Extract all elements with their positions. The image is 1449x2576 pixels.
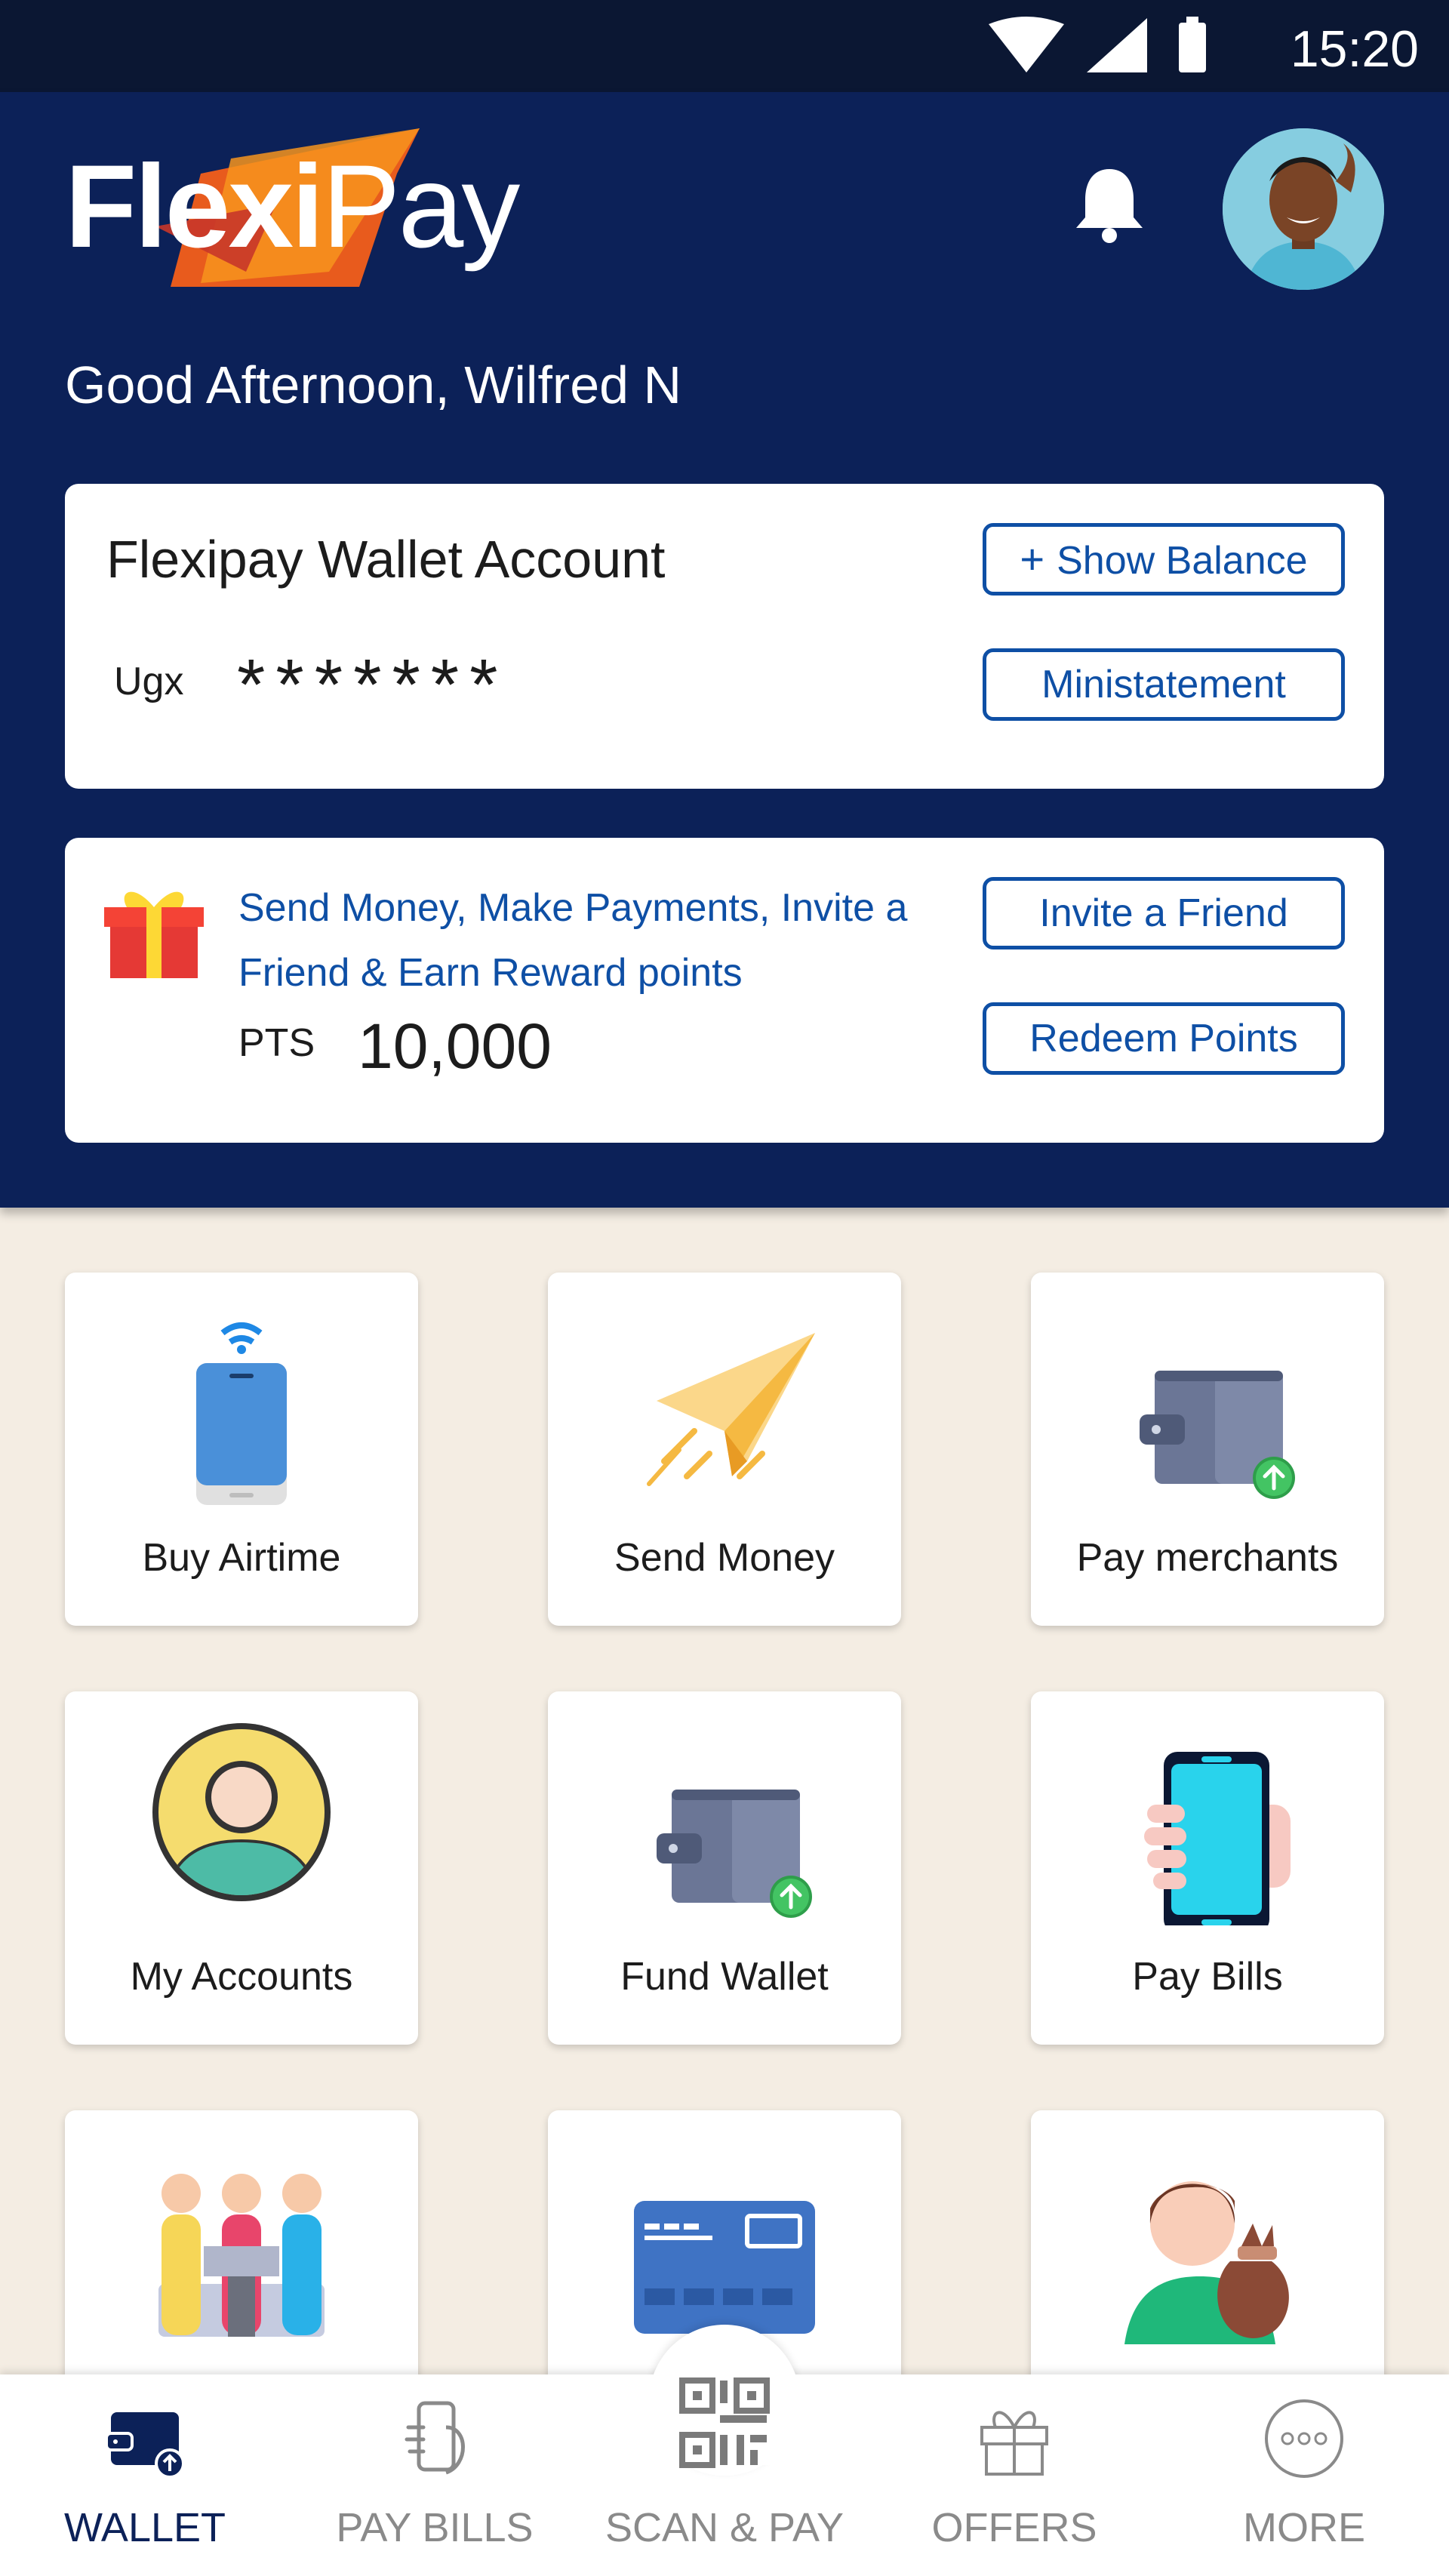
greeting: Good Afternoon, Wilfred N	[65, 355, 682, 414]
pay-bills-nav-icon	[405, 2401, 465, 2475]
status-icons	[989, 17, 1206, 72]
nav-pay-bills[interactable]: PAY BILLS	[290, 2374, 580, 2576]
gift-icon	[104, 891, 204, 978]
nav-more[interactable]: MORE	[1159, 2374, 1449, 2576]
show-balance-button[interactable]: + Show Balance	[983, 523, 1345, 596]
nav-label: SCAN & PAY	[605, 2505, 844, 2550]
wallet-title: Flexipay Wallet Account	[106, 530, 666, 589]
signal-icon	[1087, 18, 1147, 72]
redeem-points-button[interactable]: Redeem Points	[983, 1002, 1345, 1075]
wallet-upload-icon	[657, 1790, 812, 1918]
credit-card-icon	[634, 2201, 815, 2334]
wallet-upload-icon	[1140, 1371, 1295, 1499]
logo-text: FlexiPay	[65, 140, 521, 275]
points-value: 10,000	[358, 1011, 552, 1082]
tile-label: Pay Bills	[1132, 1955, 1283, 1999]
points-label: PTS	[238, 1021, 315, 1065]
status-time: 15:20	[1290, 20, 1419, 78]
nav-label: PAY BILLS	[336, 2505, 534, 2550]
invite-friend-button[interactable]: Invite a Friend	[983, 877, 1345, 949]
nav-label: MORE	[1243, 2505, 1365, 2550]
tile-label: My Accounts	[130, 1955, 353, 1999]
tile-fund-wallet[interactable]: Fund Wallet	[548, 1691, 901, 2045]
tile-buy-airtime[interactable]: Buy Airtime	[65, 1273, 418, 1626]
nav-wallet[interactable]: WALLET	[0, 2374, 290, 2576]
tile-label: Fund Wallet	[620, 1955, 829, 1999]
tile-send-money[interactable]: Send Money	[548, 1273, 901, 1626]
user-account-icon	[152, 1723, 331, 1901]
show-balance-label: Show Balance	[1057, 539, 1308, 583]
tile-pay-merchants[interactable]: Pay merchants	[1031, 1273, 1384, 1626]
tile-label: Pay merchants	[1076, 1536, 1339, 1580]
nav-scan-pay[interactable]: SCAN & PAY	[580, 2374, 869, 2576]
logo-part-bold: Flexi	[65, 141, 324, 272]
avatar[interactable]	[1223, 128, 1384, 290]
battery-icon	[1179, 17, 1206, 72]
wifi-icon	[989, 17, 1064, 72]
paper-plane-icon	[647, 1333, 815, 1486]
tile-pay-bills[interactable]: Pay Bills	[1031, 1691, 1384, 2045]
nav-label: WALLET	[63, 2505, 226, 2550]
group-people-icon	[158, 2174, 325, 2337]
rewards-text: Send Money, Make Payments, Invite a Frie…	[238, 886, 908, 995]
phone-wifi-icon	[196, 1322, 287, 1505]
gift-nav-icon	[980, 2411, 1048, 2476]
ministatement-button[interactable]: Ministatement	[983, 648, 1345, 721]
masked-balance: *******	[237, 645, 509, 725]
person-money-bag-icon	[1124, 2181, 1289, 2344]
avatar-image	[1223, 128, 1384, 290]
more-dots-icon	[1265, 2399, 1343, 2478]
flexipay-logo: FlexiPay	[65, 128, 521, 302]
tile-label: Send Money	[614, 1536, 835, 1580]
logo-part-light: Pay	[321, 141, 521, 272]
status-bar: 15:20	[0, 0, 1449, 92]
nav-offers[interactable]: OFFERS	[869, 2374, 1159, 2576]
currency-label: Ugx	[114, 660, 184, 703]
rewards-card: Send Money, Make Payments, Invite a Frie…	[65, 838, 1384, 1143]
bell-icon[interactable]	[1072, 165, 1147, 243]
tile-my-accounts[interactable]: My Accounts	[65, 1691, 418, 2045]
nav-label: OFFERS	[931, 2505, 1097, 2550]
wallet-nav-icon	[105, 2412, 185, 2479]
hand-phone-icon	[1144, 1752, 1291, 1925]
tile-label: Buy Airtime	[142, 1536, 341, 1580]
plus-icon: +	[1020, 535, 1045, 583]
wallet-card: Flexipay Wallet Account Ugx ******* + Sho…	[65, 484, 1384, 789]
qr-code-icon	[679, 2377, 770, 2468]
